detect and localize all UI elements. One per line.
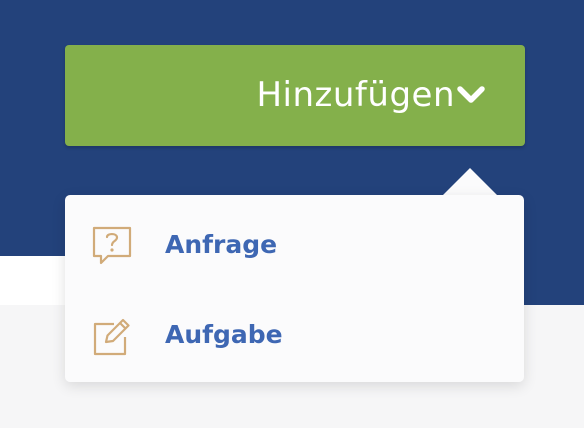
add-dropdown-menu: Anfrage Aufgabe [65, 195, 524, 382]
chevron-down-icon [457, 86, 485, 103]
add-dropdown-button[interactable]: Hinzufügen [65, 45, 525, 146]
question-bubble-icon [92, 226, 132, 265]
menu-item-label: Anfrage [165, 230, 278, 259]
edit-pencil-icon [93, 318, 130, 356]
dropdown-pointer [442, 168, 498, 196]
menu-item-label: Aufgabe [165, 320, 283, 349]
menu-item-anfrage[interactable]: Anfrage [65, 200, 524, 290]
menu-item-aufgabe[interactable]: Aufgabe [65, 290, 524, 380]
add-button-label: Hinzufügen [256, 75, 455, 115]
